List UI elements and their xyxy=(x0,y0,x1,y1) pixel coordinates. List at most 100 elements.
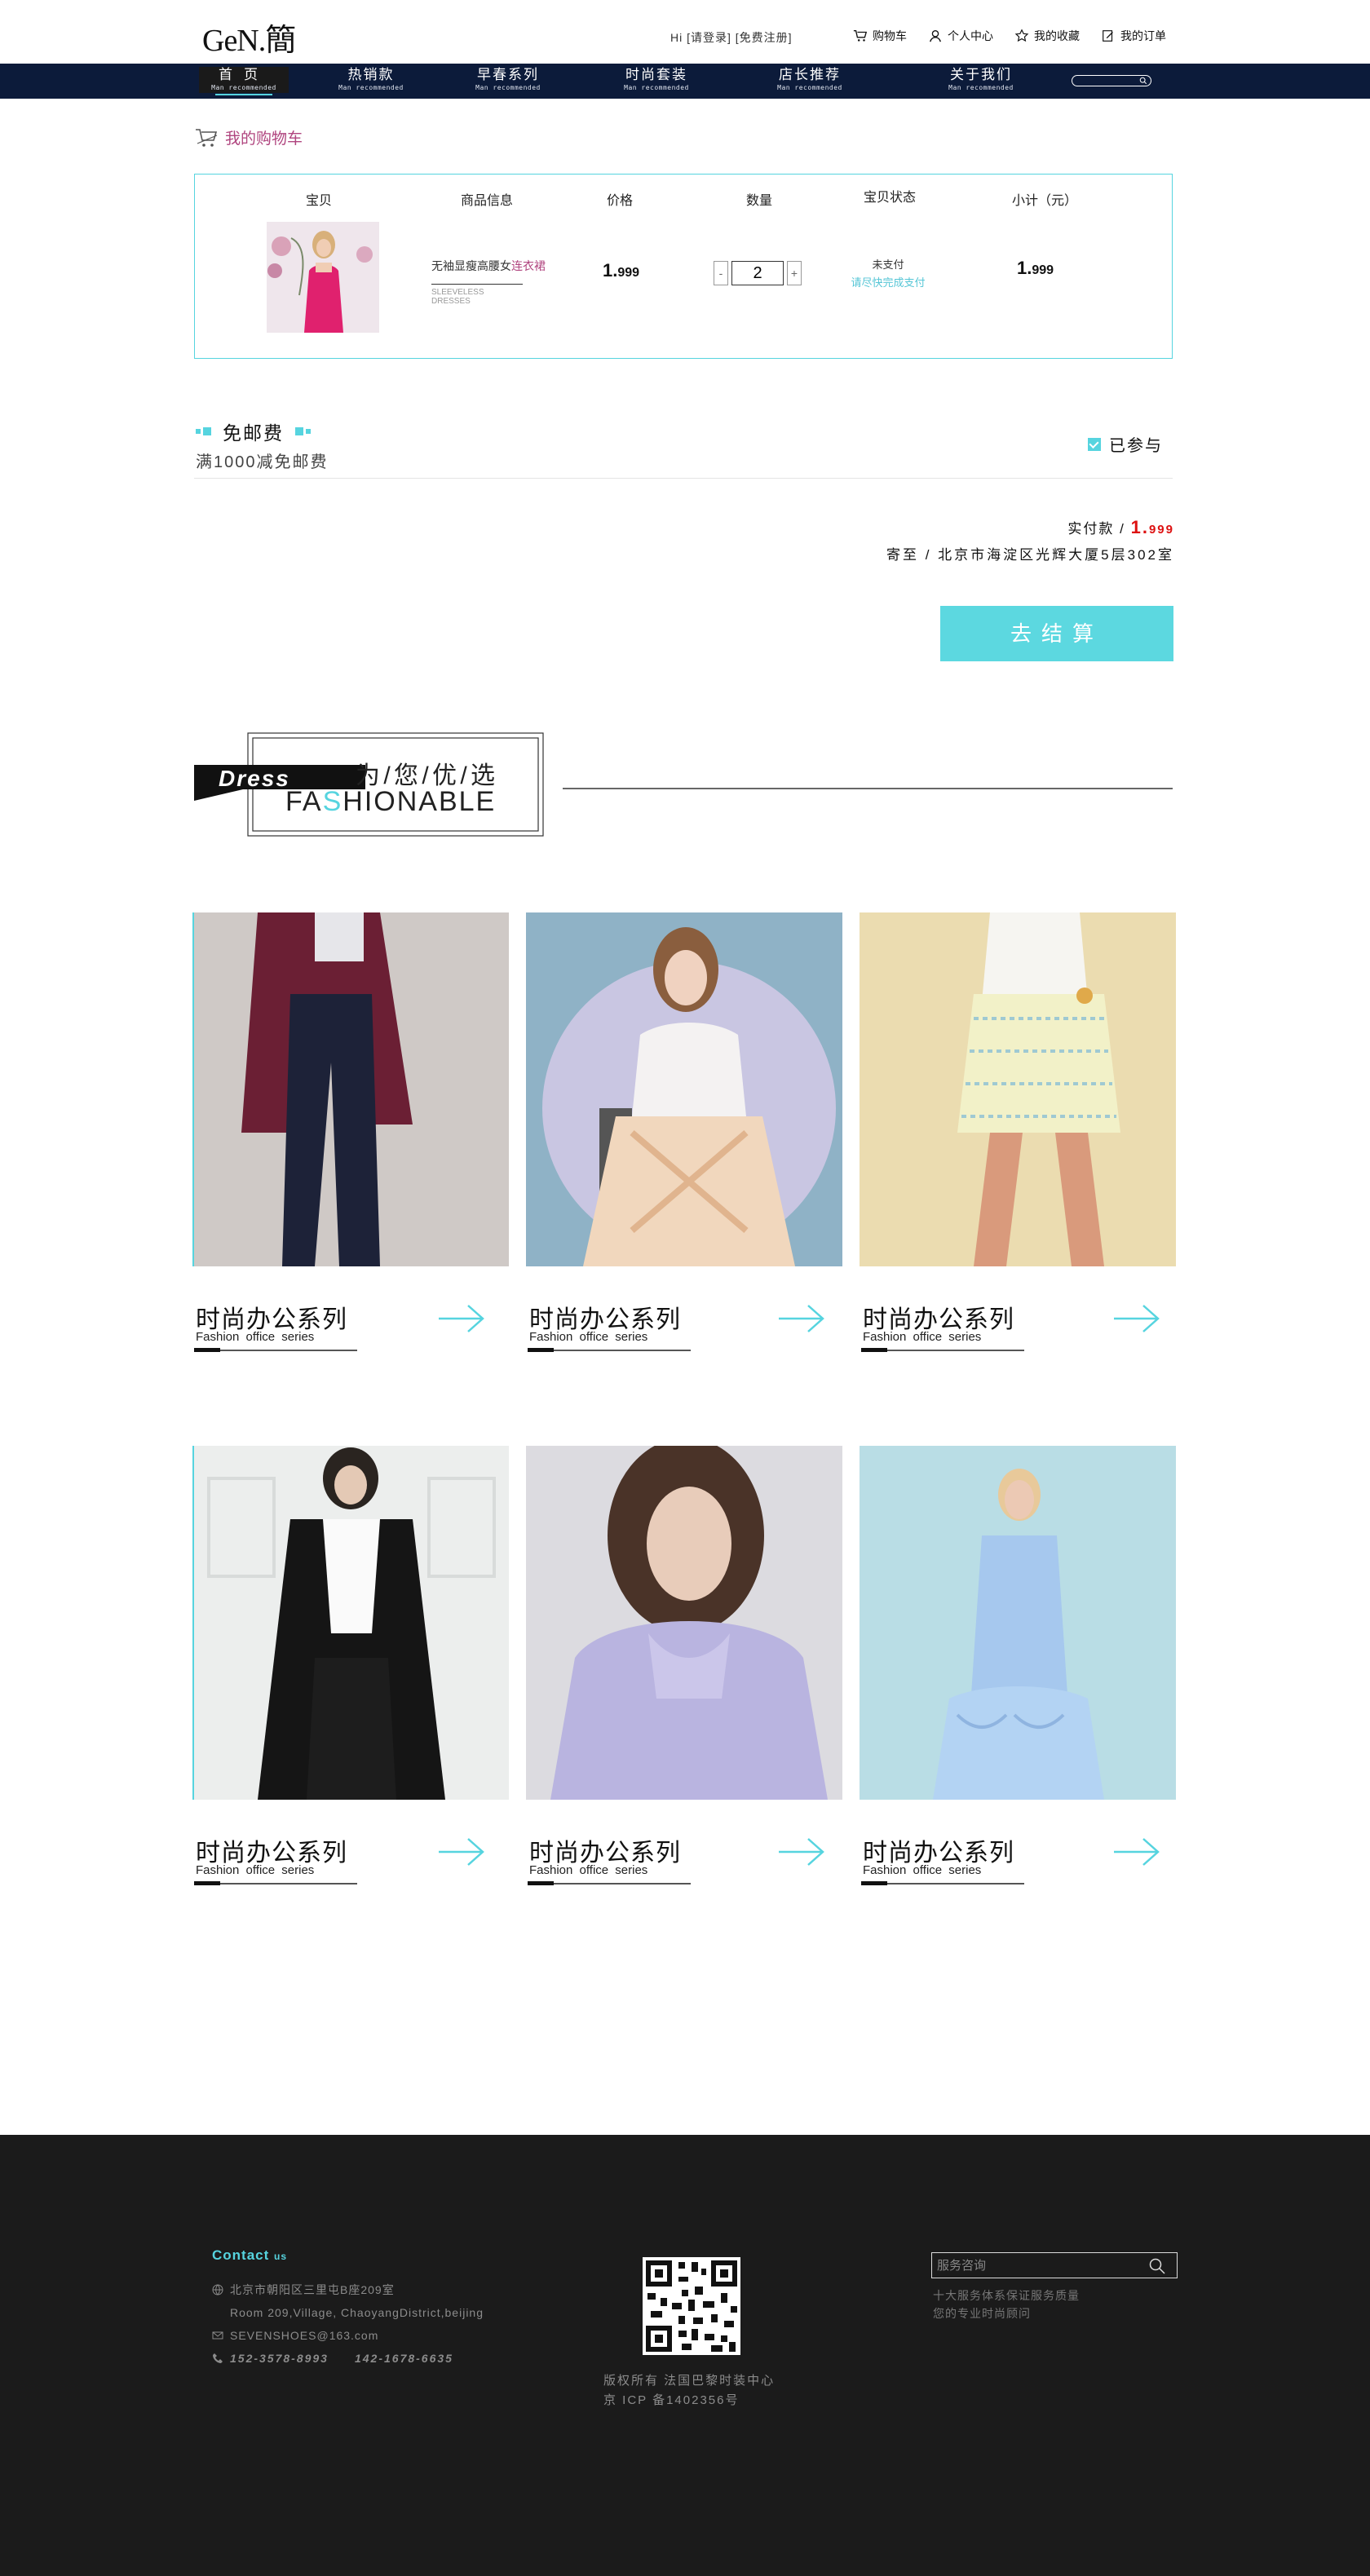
login-greeting: Hi [请登录] [免费注册] xyxy=(670,29,793,46)
subtotal-dec: 999 xyxy=(1032,263,1054,277)
col-header: 宝贝 xyxy=(306,194,333,208)
product-thumbnail[interactable] xyxy=(267,222,379,333)
copyright-text: 版权所有 法国巴黎时装中心 xyxy=(603,2374,776,2388)
site-footer: Contact us 北京市朝阳区三里屯B座209室 Room 209,Vill… xyxy=(0,2135,1370,2576)
top-link-profile[interactable]: 个人中心 xyxy=(928,28,993,44)
top-links: 购物车 个人中心 我的收藏 我的订单 xyxy=(853,28,1166,44)
site-logo[interactable]: GeN.簡 xyxy=(202,15,296,60)
col-header: 小计（元） xyxy=(1012,194,1078,208)
phone-icon xyxy=(213,2353,223,2363)
free-shipping-title: 免邮费 xyxy=(196,418,329,445)
nav-item-label: 店长推荐 xyxy=(779,67,841,82)
nav-item-recommend[interactable]: 店长推荐 Man recommended xyxy=(765,67,855,93)
star-icon xyxy=(1014,29,1029,42)
login-link[interactable]: [请登录] xyxy=(687,31,731,44)
product-card[interactable]: 时尚办公系列 Fashion office series xyxy=(192,1446,509,1885)
product-card[interactable]: 时尚办公系列 Fashion office series xyxy=(526,1446,842,1885)
pay-now-link[interactable]: 请尽快完成支付 xyxy=(847,274,929,292)
decor-squares-icon xyxy=(196,427,211,435)
order-icon xyxy=(1103,30,1113,42)
nav-item-label: 首页 xyxy=(219,67,269,82)
banner-en-post: HIONABLE xyxy=(342,786,497,817)
top-link-favorites[interactable]: 我的收藏 xyxy=(1014,28,1080,44)
product-photo[interactable] xyxy=(192,1446,509,1800)
nav-item-about[interactable]: 关于我们 Man recommended xyxy=(936,67,1026,93)
mail-icon xyxy=(212,2331,223,2340)
product-subtitle: Fashion office series xyxy=(863,1330,982,1344)
product-photo[interactable] xyxy=(860,1446,1176,1800)
shipping-address: 寄至 / 北京市海淀区光辉大厦5层302室 xyxy=(886,547,1174,563)
arrow-right-icon[interactable] xyxy=(437,1302,486,1335)
arrow-right-icon[interactable] xyxy=(777,1302,826,1335)
nav-item-sub: Man recommended xyxy=(624,84,689,91)
email-text[interactable]: SEVENSHOES@163.com xyxy=(230,2324,378,2347)
unit-price-int: 1. xyxy=(603,260,618,281)
address-en: Room 209,Village, ChaoyangDistrict,beiji… xyxy=(230,2306,484,2319)
service-search-input[interactable] xyxy=(931,2252,1178,2278)
free-shipping-title-text: 免邮费 xyxy=(223,422,284,444)
top-link-cart[interactable]: 购物车 xyxy=(853,28,907,44)
checkout-button[interactable]: 去结算 xyxy=(940,606,1173,661)
joined-label: 已参与 xyxy=(1109,437,1163,455)
register-link[interactable]: [免费注册] xyxy=(736,31,793,44)
search-icon[interactable] xyxy=(1148,2257,1166,2275)
title-underline xyxy=(194,1881,357,1885)
arrow-right-icon[interactable] xyxy=(777,1836,826,1868)
phone-number-1: 152-3578-8993 xyxy=(230,2352,329,2365)
product-photo[interactable] xyxy=(860,912,1176,1266)
product-name[interactable]: 无袖显瘦高腰女连衣裙 xyxy=(431,258,546,274)
quantity-stepper: - + xyxy=(714,261,802,285)
nav-item-spring[interactable]: 早春系列 Man recommended xyxy=(463,67,553,93)
product-card[interactable]: 时尚办公系列 Fashion office series xyxy=(860,1446,1176,1885)
top-link-orders[interactable]: 我的订单 xyxy=(1101,28,1166,44)
service-line: 您的专业时尚顾问 xyxy=(933,2307,1031,2320)
product-card[interactable]: 时尚办公系列 Fashion office series xyxy=(526,912,842,1352)
nav-item-suits[interactable]: 时尚套装 Man recommended xyxy=(612,67,701,93)
nav-item-hot[interactable]: 热销款 Man recommended xyxy=(326,67,416,93)
cart-title-text: 我的购物车 xyxy=(225,130,303,148)
joined-checkbox[interactable]: 已参与 xyxy=(1088,432,1163,456)
service-line: 十大服务体系保证服务质量 xyxy=(933,2289,1080,2302)
arrow-right-icon[interactable] xyxy=(1112,1836,1161,1868)
title-underline xyxy=(194,1348,357,1352)
product-photo[interactable] xyxy=(526,912,842,1266)
top-link-profile-label: 个人中心 xyxy=(948,29,993,42)
col-header: 数量 xyxy=(746,194,773,208)
col-header: 宝贝状态 xyxy=(864,191,917,205)
nav-search-box[interactable] xyxy=(1072,75,1151,86)
contact-info: 北京市朝阳区三里屯B座209室 Room 209,Village, Chaoya… xyxy=(212,2278,484,2370)
top-link-cart-label: 购物车 xyxy=(873,29,907,42)
divider xyxy=(194,478,1173,479)
quantity-input[interactable] xyxy=(731,261,784,285)
nav-item-label: 热销款 xyxy=(347,67,395,82)
quantity-decrease-button[interactable]: - xyxy=(714,261,728,285)
nav-item-home[interactable]: 首页 Man recommended xyxy=(199,67,289,95)
arrow-right-icon[interactable] xyxy=(437,1836,486,1868)
banner-en-pre: FA xyxy=(285,786,323,817)
nav-item-sub: Man recommended xyxy=(338,84,404,91)
product-photo[interactable] xyxy=(526,1446,842,1800)
product-card[interactable]: 时尚办公系列 Fashion office series xyxy=(192,912,509,1352)
phone-row: 152-3578-8993 142-1678-6635 xyxy=(212,2347,484,2370)
dress-word: Dress xyxy=(219,766,290,791)
unit-price-dec: 999 xyxy=(617,266,640,280)
contact-title-text: Contact xyxy=(212,2247,270,2263)
product-photo[interactable] xyxy=(192,912,509,1266)
banner-en-text: FASHIONABLE xyxy=(285,786,496,818)
product-subtitle: Fashion office series xyxy=(863,1863,982,1877)
globe-icon xyxy=(212,2284,223,2295)
payment-amount-dec: 999 xyxy=(1148,523,1174,537)
copyright-block: 版权所有 法国巴黎时装中心 京 ICP 备1402356号 xyxy=(603,2371,775,2410)
product-name-text: 无袖显瘦高腰女 xyxy=(431,259,511,272)
quantity-increase-button[interactable]: + xyxy=(787,261,802,285)
product-card[interactable]: 时尚办公系列 Fashion office series xyxy=(860,912,1176,1352)
checkbox-checked-icon[interactable] xyxy=(1088,437,1101,451)
contact-title: Contact us xyxy=(212,2247,287,2264)
search-icon[interactable] xyxy=(1139,77,1147,85)
cart-icon xyxy=(853,30,868,42)
email-row: SEVENSHOES@163.com xyxy=(212,2324,484,2347)
arrow-right-icon[interactable] xyxy=(1112,1302,1161,1335)
service-description: 十大服务体系保证服务质量 您的专业时尚顾问 xyxy=(933,2287,1080,2322)
free-shipping-subtitle: 满1000减免邮费 xyxy=(196,453,329,471)
subtotal: 1.999 xyxy=(1017,258,1054,279)
